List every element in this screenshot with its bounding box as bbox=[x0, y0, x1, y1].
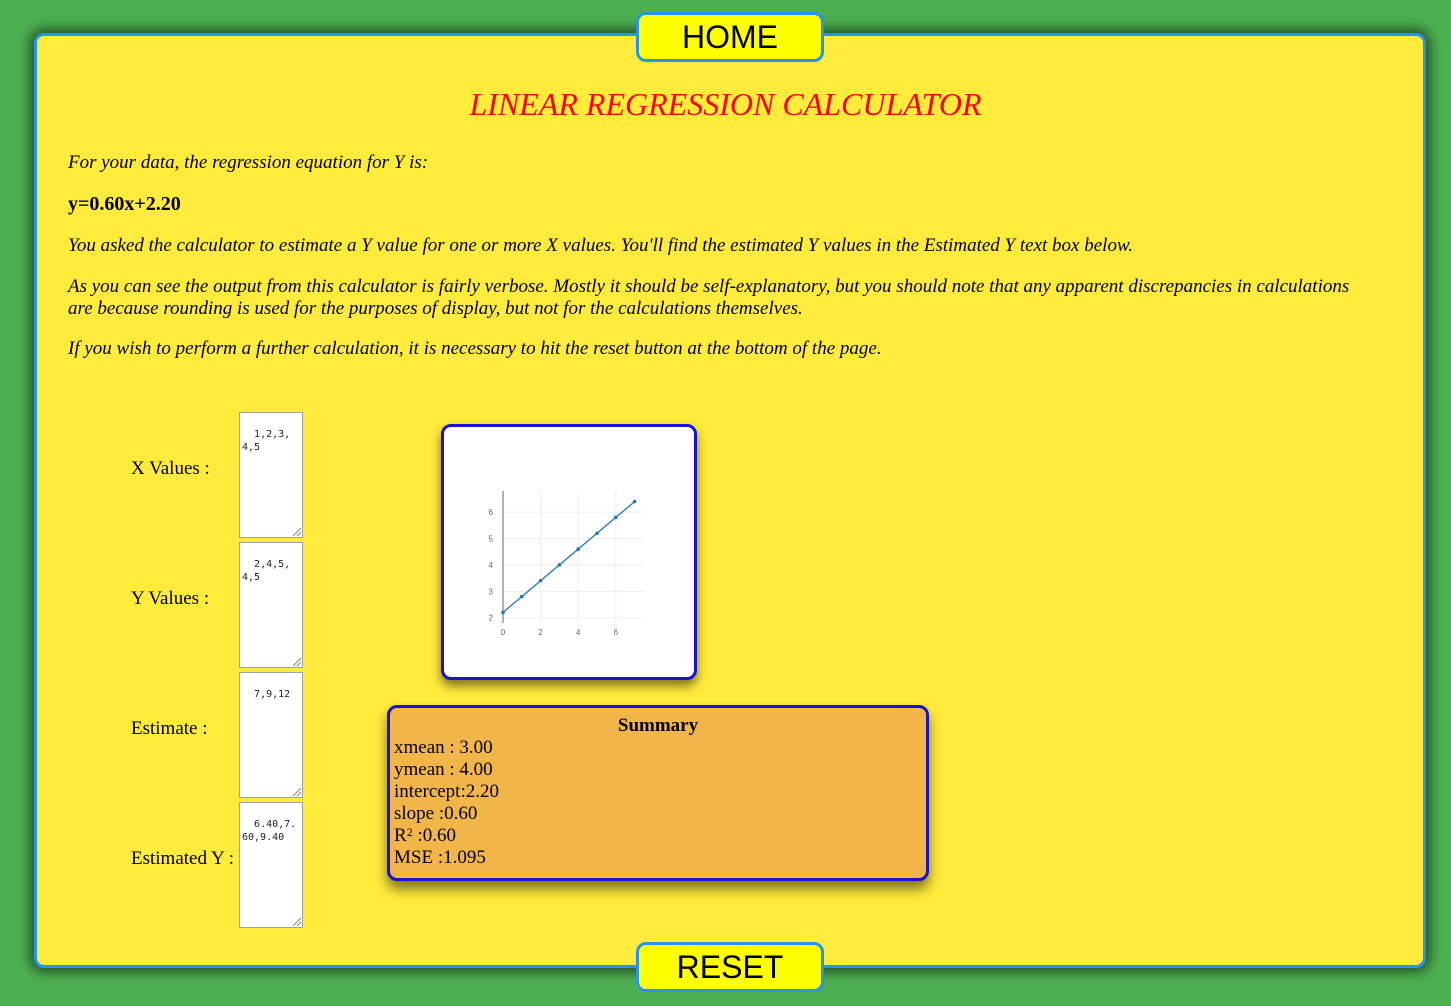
summary-ymean: ymean : 4.00 bbox=[394, 759, 493, 780]
x-tick-label: 0 bbox=[501, 628, 506, 637]
y-tick-label: 4 bbox=[489, 561, 494, 570]
summary-slope: slope :0.60 bbox=[394, 803, 478, 824]
data-point bbox=[501, 610, 505, 615]
summary-intercept: intercept:2.20 bbox=[394, 781, 499, 802]
reset-explanation: If you wish to perform a further calcula… bbox=[68, 338, 882, 359]
r2-symbol: R bbox=[394, 825, 407, 846]
x-tick-label: 6 bbox=[614, 628, 619, 637]
data-point bbox=[595, 531, 599, 536]
summary-xmean: xmean : 3.00 bbox=[394, 737, 493, 758]
x-values-text: 1,2,3,4,5 bbox=[242, 429, 291, 453]
y-tick-label: 2 bbox=[489, 614, 494, 623]
resize-grip-icon[interactable] bbox=[293, 658, 301, 666]
estimate-explanation: You asked the calculator to estimate a Y… bbox=[68, 235, 1133, 256]
y-values-text: 2,4,5,4,5 bbox=[242, 559, 291, 583]
regression-equation: y=0.60x+2.20 bbox=[68, 193, 181, 215]
estimate-input[interactable]: 7,9,12 bbox=[239, 672, 303, 798]
resize-grip-icon[interactable] bbox=[293, 788, 301, 796]
regression-chart-svg: 0 2 4 623456 bbox=[489, 491, 644, 637]
data-point bbox=[538, 578, 543, 583]
estimate-label: Estimate : bbox=[131, 718, 208, 739]
estimated-y-label: Estimated Y : bbox=[131, 848, 235, 869]
intro-text: For your data, the regression equation f… bbox=[68, 152, 429, 173]
verbose-explanation: As you can see the output from this calc… bbox=[68, 276, 1350, 319]
summary-r2: R2 :0.60 bbox=[390, 825, 926, 847]
reset-button[interactable]: RESET bbox=[636, 942, 824, 992]
data-point bbox=[614, 515, 618, 520]
estimate-text: 7,9,12 bbox=[254, 689, 291, 700]
x-values-input[interactable]: 1,2,3,4,5 bbox=[239, 412, 303, 538]
y-tick-label: 3 bbox=[489, 587, 494, 596]
estimated-y-text: 6.40,7.60,9.40 bbox=[242, 819, 297, 843]
home-button[interactable]: HOME bbox=[636, 12, 824, 62]
y-values-label: Y Values : bbox=[131, 588, 210, 609]
y-tick-label: 5 bbox=[489, 535, 494, 544]
r2-value: :0.60 bbox=[412, 825, 456, 846]
y-tick-label: 6 bbox=[489, 508, 494, 517]
x-values-label: X Values : bbox=[131, 458, 210, 479]
estimated-y-output[interactable]: 6.40,7.60,9.40 bbox=[239, 802, 303, 928]
resize-grip-icon[interactable] bbox=[293, 528, 301, 536]
x-tick-label: 4 bbox=[576, 628, 581, 637]
y-values-input[interactable]: 2,4,5,4,5 bbox=[239, 542, 303, 668]
data-point bbox=[576, 547, 580, 551]
regression-chart: 024623456 bbox=[441, 424, 697, 680]
summary-panel: Summary xmean : 3.00 ymean : 4.00 interc… bbox=[387, 705, 929, 881]
data-point bbox=[557, 563, 562, 567]
page-title: LINEAR REGRESSION CALCULATOR bbox=[469, 86, 982, 122]
data-point bbox=[520, 594, 524, 599]
resize-grip-icon[interactable] bbox=[293, 918, 301, 926]
x-tick-label: 2 bbox=[538, 628, 543, 637]
summary-mse: MSE :1.095 bbox=[394, 847, 486, 868]
summary-heading: Summary bbox=[617, 715, 699, 736]
data-point bbox=[632, 499, 637, 504]
